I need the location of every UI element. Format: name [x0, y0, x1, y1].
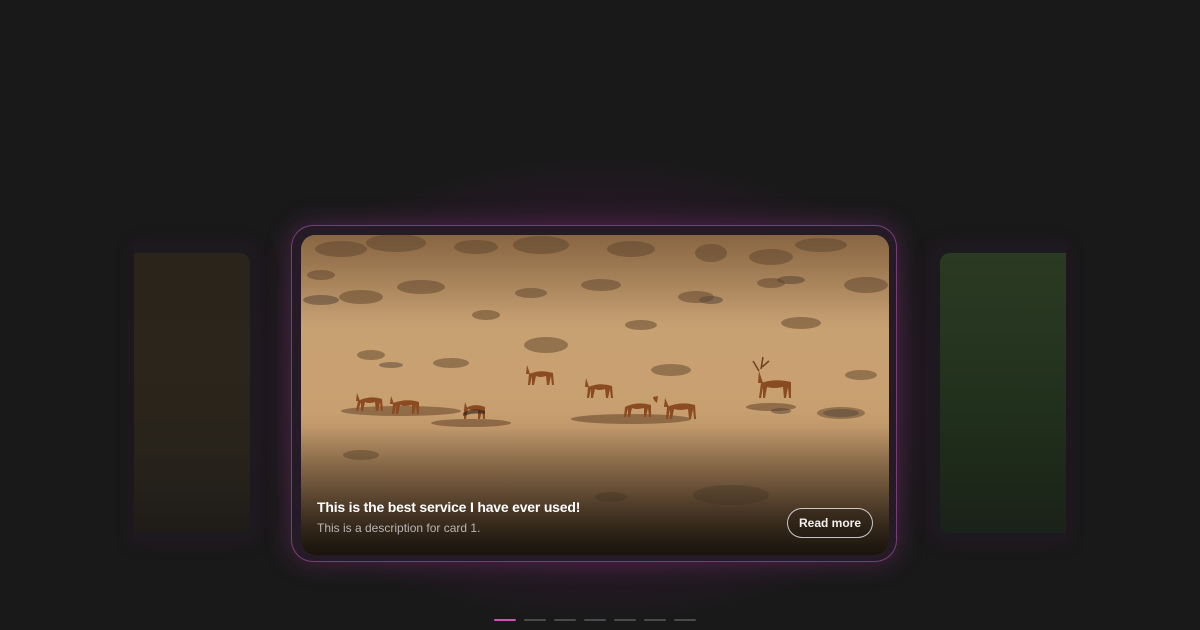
pagination-indicator[interactable]: [524, 619, 546, 621]
green-field-image: [940, 253, 1066, 533]
previous-card[interactable]: [134, 245, 258, 541]
active-card[interactable]: This is the best service I have ever use…: [291, 225, 897, 562]
pagination-indicator[interactable]: [614, 619, 636, 621]
card-caption: This is the best service I have ever use…: [317, 499, 757, 535]
read-more-button[interactable]: Read more: [787, 508, 873, 538]
next-card[interactable]: [932, 245, 1066, 541]
brown-landscape-image: [134, 253, 250, 533]
pagination-indicator[interactable]: [554, 619, 576, 621]
card-description: This is a description for card 1.: [317, 521, 481, 535]
pagination-indicator[interactable]: [644, 619, 666, 621]
card-title: This is the best service I have ever use…: [317, 499, 581, 515]
pagination-indicator[interactable]: [584, 619, 606, 621]
deer-herd-grassland-image: This is the best service I have ever use…: [301, 235, 889, 555]
carousel-stage: This is the best service I have ever use…: [0, 0, 1200, 630]
pagination-indicator[interactable]: [674, 619, 696, 621]
pagination-indicator[interactable]: [494, 619, 516, 621]
carousel-pagination: [494, 619, 696, 621]
